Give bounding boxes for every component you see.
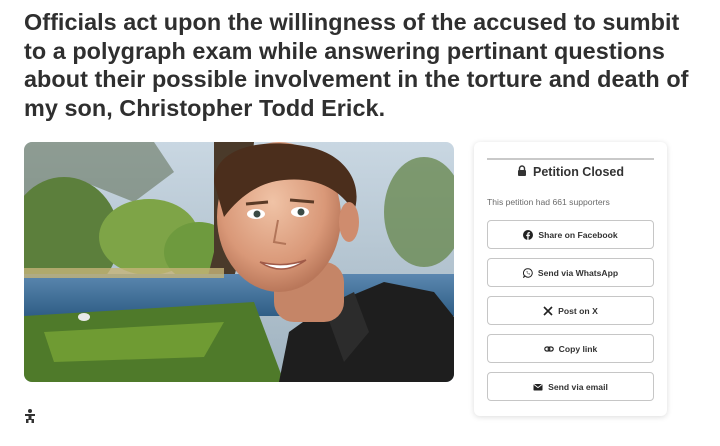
petition-photo xyxy=(24,142,454,382)
email-icon xyxy=(533,382,543,392)
divider xyxy=(487,158,654,160)
link-icon xyxy=(543,344,554,354)
send-whatsapp-button[interactable]: Send via WhatsApp xyxy=(487,258,654,287)
petition-status: Petition Closed xyxy=(474,164,667,180)
facebook-icon xyxy=(523,229,534,240)
status-title: Petition Closed xyxy=(533,165,624,179)
petition-title: Officials act upon the willingness of th… xyxy=(24,9,689,121)
send-email-label: Send via email xyxy=(548,381,608,392)
post-on-x-label: Post on X xyxy=(558,305,598,316)
send-email-button[interactable]: Send via email xyxy=(487,372,654,401)
x-icon xyxy=(543,305,553,316)
copy-link-label: Copy link xyxy=(558,343,598,354)
send-whatsapp-label: Send via WhatsApp xyxy=(537,267,619,278)
lock-icon xyxy=(517,163,527,181)
share-facebook-button[interactable]: Share on Facebook xyxy=(487,220,654,249)
petition-status-card: Petition Closed This petition had 661 su… xyxy=(474,142,667,416)
supporters-count: This petition had 661 supporters xyxy=(487,197,610,207)
post-on-x-button[interactable]: Post on X xyxy=(487,296,654,325)
accessibility-icon[interactable] xyxy=(22,408,38,424)
whatsapp-icon xyxy=(522,267,533,278)
share-facebook-label: Share on Facebook xyxy=(538,229,618,240)
copy-link-button[interactable]: Copy link xyxy=(487,334,654,363)
